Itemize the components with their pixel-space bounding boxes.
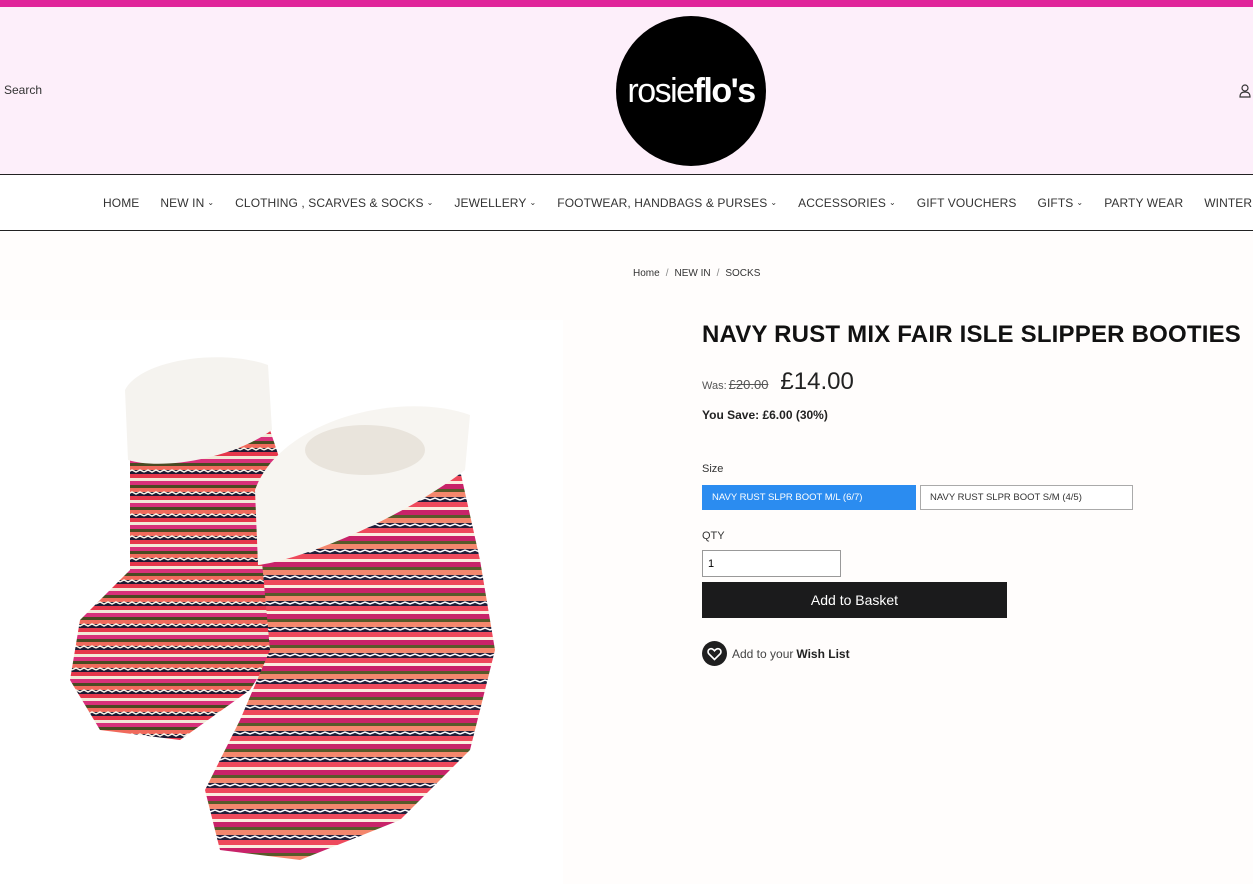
price-row: Was: £20.00 £14.00 — [702, 368, 854, 396]
nav-item-footwear-handbags-purses[interactable]: FOOTWEAR, HANDBAGS & PURSES ⌄ — [557, 196, 777, 210]
breadcrumb-separator: / — [665, 268, 669, 279]
size-option-s-m[interactable]: NAVY RUST SLPR BOOT S/M (4/5) — [920, 485, 1133, 510]
qty-label: QTY — [702, 530, 725, 542]
nav-item-party-wear[interactable]: PARTY WEAR — [1104, 196, 1183, 210]
user-icon[interactable] — [1239, 84, 1251, 98]
search-link[interactable]: Search — [4, 83, 42, 97]
nav-item-label: JEWELLERY — [454, 195, 527, 210]
quantity-input[interactable] — [702, 550, 841, 577]
nav-item-gift-vouchers[interactable]: GIFT VOUCHERS — [917, 196, 1017, 210]
add-to-wishlist-link[interactable]: Add to your Wish List — [702, 641, 850, 666]
chevron-down-icon: ⌄ — [888, 198, 896, 207]
add-to-basket-button[interactable]: Add to Basket — [702, 582, 1007, 618]
wishlist-label[interactable]: Wish List — [796, 647, 849, 661]
chevron-down-icon: ⌄ — [426, 198, 434, 207]
chevron-down-icon: ⌄ — [207, 198, 215, 207]
nav-item-label: ACCESSORIES — [798, 195, 886, 210]
breadcrumb-new-in[interactable]: NEW IN — [674, 268, 710, 279]
nav-list: HOME NEW IN ⌄ CLOTHING , SCARVES & SOCKS ⌄ JE… — [103, 175, 1253, 230]
site-logo[interactable]: rosieflo's — [616, 16, 766, 166]
current-price: £14.00 — [780, 368, 854, 395]
nav-item-label: GIFTS — [1037, 195, 1074, 210]
main-navigation: HOME NEW IN ⌄ CLOTHING , SCARVES & SOCKS ⌄ JE… — [0, 174, 1253, 231]
nav-item-jewellery[interactable]: JEWELLERY ⌄ — [454, 196, 536, 210]
was-price: £20.00 — [728, 377, 769, 392]
breadcrumb: Home / NEW IN / SOCKS — [633, 268, 760, 279]
nav-item-label: PARTY WEAR — [1104, 195, 1184, 210]
nav-item-label: CLOTHING , SCARVES & SOCKS — [235, 195, 424, 210]
site-header: Search rosieflo's — [0, 7, 1253, 174]
was-label: Was: — [702, 380, 727, 392]
nav-item-winter-sale-offers[interactable]: WINTER SALE & OFFERS — [1204, 196, 1253, 210]
breadcrumb-home[interactable]: Home — [633, 268, 660, 279]
top-accent-strip — [0, 0, 1253, 7]
nav-item-gifts[interactable]: GIFTS ⌄ — [1038, 196, 1084, 210]
nav-item-new-in[interactable]: NEW IN ⌄ — [160, 196, 214, 210]
nav-item-label: GIFT VOUCHERS — [916, 195, 1017, 210]
nav-item-clothing-scarves-socks[interactable]: CLOTHING , SCARVES & SOCKS ⌄ — [235, 196, 433, 210]
slipper-booties-image — [0, 320, 563, 884]
nav-item-label: WINTER SALE & OFFERS — [1204, 195, 1253, 210]
size-label: Size — [702, 463, 724, 475]
savings-text: You Save: £6.00 (30%) — [702, 408, 828, 422]
nav-item-label: FOOTWEAR, HANDBAGS & PURSES — [557, 195, 768, 210]
nav-item-home[interactable]: HOME — [103, 196, 139, 210]
nav-item-accessories[interactable]: ACCESSORIES ⌄ — [798, 196, 896, 210]
nav-item-label: HOME — [103, 195, 140, 210]
breadcrumb-separator: / — [716, 268, 720, 279]
product-image[interactable] — [0, 320, 563, 884]
product-title: NAVY RUST MIX FAIR ISLE SLIPPER BOOTIES — [702, 321, 1241, 348]
chevron-down-icon: ⌄ — [770, 198, 778, 207]
chevron-down-icon: ⌄ — [529, 198, 537, 207]
nav-item-label: NEW IN — [160, 195, 205, 210]
chevron-down-icon: ⌄ — [1076, 198, 1084, 207]
heart-icon — [702, 641, 727, 666]
breadcrumb-current: SOCKS — [725, 268, 761, 279]
logo-wordmark: rosieflo's — [627, 71, 756, 110]
wishlist-prefix: Add to your — [732, 646, 794, 661]
size-option-m-l[interactable]: NAVY RUST SLPR BOOT M/L (6/7) — [702, 485, 916, 510]
product-page: Home / NEW IN / SOCKS NAVY RUST MIX FAIR… — [0, 232, 1253, 884]
